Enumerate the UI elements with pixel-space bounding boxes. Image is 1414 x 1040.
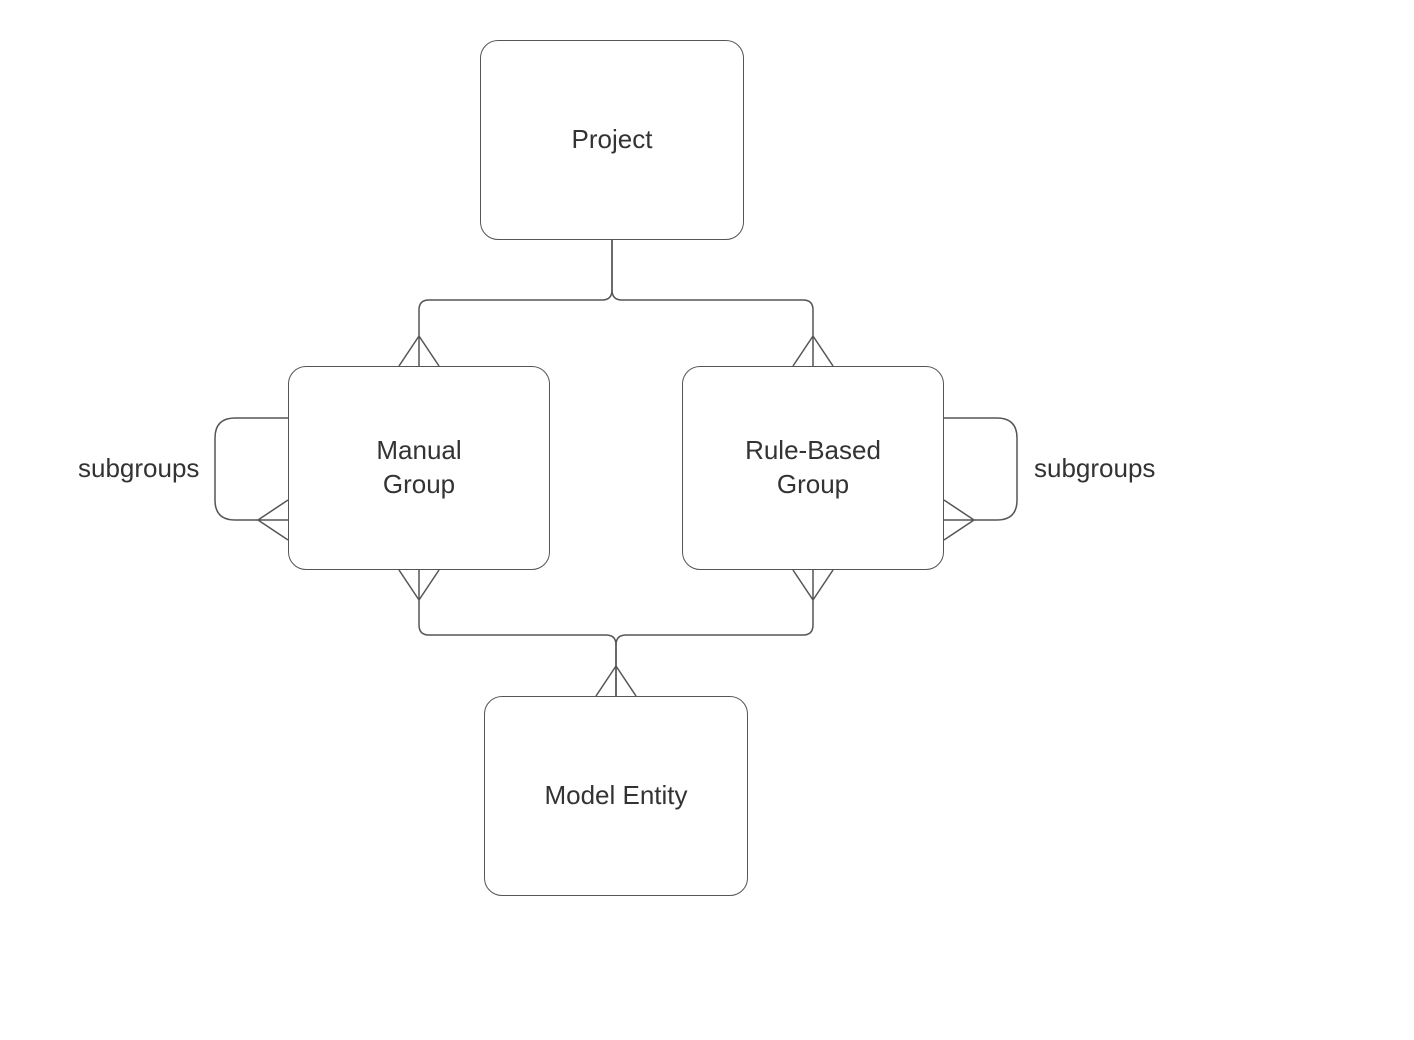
node-project: Project [480, 40, 744, 240]
node-model-entity: Model Entity [484, 696, 748, 896]
node-project-label: Project [572, 123, 653, 157]
diagram-canvas: Project Manual Group Rule-Based Group Mo… [0, 0, 1414, 1040]
node-manual-group-label: Manual Group [376, 434, 461, 502]
node-rule-based-group: Rule-Based Group [682, 366, 944, 570]
node-rule-based-group-label: Rule-Based Group [745, 434, 881, 502]
node-manual-group: Manual Group [288, 366, 550, 570]
label-subgroups-left: subgroups [78, 453, 199, 484]
node-model-entity-label: Model Entity [544, 779, 687, 813]
label-subgroups-right: subgroups [1034, 453, 1155, 484]
